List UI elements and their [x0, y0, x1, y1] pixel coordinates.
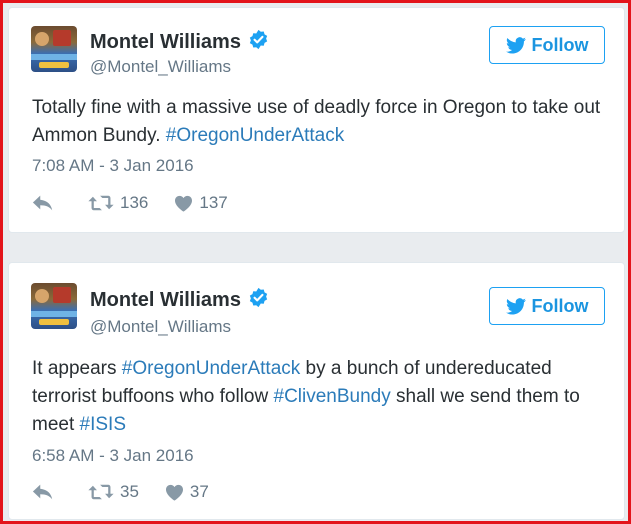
tweet-actions: 136 137 [32, 191, 228, 215]
verified-badge-icon [249, 287, 268, 308]
tweet-text-part: It appears [32, 358, 122, 379]
follow-button[interactable]: Follow [489, 26, 605, 64]
author-handle[interactable]: @Montel_Williams [90, 57, 231, 77]
tweet-text: It appears #OregonUnderAttack by a bunch… [32, 355, 612, 439]
hashtag-link[interactable]: #OregonUnderAttack [122, 358, 301, 379]
follow-label: Follow [531, 34, 589, 55]
tweet-card: Montel Williams @Montel_Williams Follow … [8, 262, 625, 520]
follow-label: Follow [531, 295, 589, 316]
tweet-timestamp[interactable]: 6:58 AM - 3 Jan 2016 [32, 446, 194, 466]
author-handle[interactable]: @Montel_Williams [90, 317, 231, 337]
like-button[interactable]: 137 [174, 193, 228, 213]
hashtag-link[interactable]: #ISIS [80, 414, 126, 435]
tweet-card: Montel Williams @Montel_Williams Follow … [8, 7, 625, 233]
hashtag-link[interactable]: #ClivenBundy [274, 386, 391, 407]
retweet-icon [88, 484, 114, 500]
reply-icon [32, 195, 53, 211]
avatar[interactable] [31, 283, 77, 329]
retweet-icon [88, 195, 114, 211]
heart-icon [175, 195, 193, 212]
twitter-bird-icon [505, 36, 526, 53]
heart-icon [165, 484, 183, 501]
hashtag-link[interactable]: #OregonUnderAttack [166, 125, 345, 146]
twitter-bird-icon [505, 297, 526, 314]
avatar[interactable] [31, 26, 77, 72]
retweet-count: 35 [120, 482, 139, 501]
like-count: 137 [199, 193, 228, 212]
like-count: 37 [189, 482, 209, 501]
reply-button[interactable] [32, 194, 88, 212]
reply-button[interactable] [32, 483, 88, 501]
like-button[interactable]: 37 [165, 482, 209, 502]
retweet-button[interactable]: 35 [88, 482, 165, 502]
follow-button[interactable]: Follow [489, 287, 605, 325]
tweet-timestamp[interactable]: 7:08 AM - 3 Jan 2016 [32, 156, 194, 176]
author-name[interactable]: Montel Williams [90, 289, 241, 312]
retweet-count: 136 [120, 193, 149, 212]
reply-icon [32, 484, 53, 500]
author-name[interactable]: Montel Williams [90, 31, 241, 54]
verified-badge-icon [249, 29, 268, 50]
retweet-button[interactable]: 136 [88, 193, 174, 213]
tweet-actions: 35 37 [32, 480, 209, 504]
tweet-text: Totally fine with a massive use of deadl… [32, 94, 612, 150]
screenshot-frame: Montel Williams @Montel_Williams Follow … [0, 0, 631, 524]
